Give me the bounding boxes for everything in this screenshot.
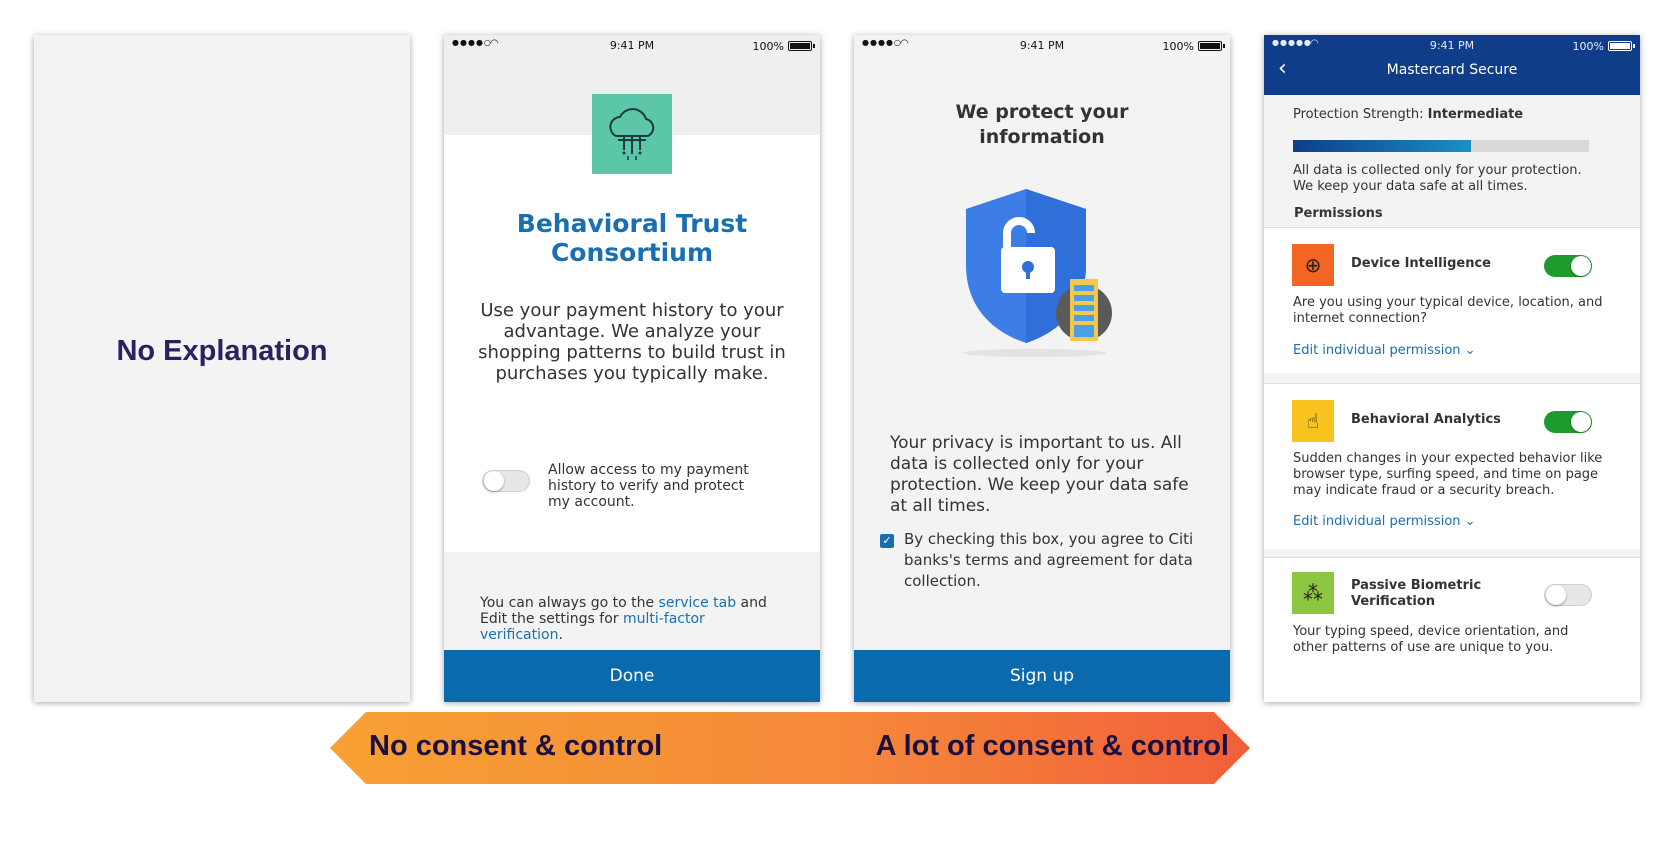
chevron-down-icon: ⌄ <box>1464 514 1476 529</box>
no-explanation-label: No Explanation <box>116 335 328 367</box>
permission-title: Behavioral Analytics <box>1351 412 1501 427</box>
sign-up-button[interactable]: Sign up <box>854 650 1230 702</box>
page-title: Behavioral Trust Consortium <box>516 209 748 267</box>
battery-percent: 100% <box>752 40 784 53</box>
terms-label: By checking this box, you agree to Citi … <box>904 530 1194 590</box>
permission-title: Passive Biometric Verification <box>1351 578 1482 609</box>
permission-card-device: ⊕ Device Intelligence Are you using your… <box>1264 227 1640 373</box>
behavioral-analytics-toggle[interactable] <box>1544 411 1592 433</box>
device-intelligence-toggle[interactable] <box>1544 255 1592 277</box>
screen-privacy: ●●●●○ ◠ 9:41 PM 100% We protect your inf… <box>854 35 1230 702</box>
globe-location-icon: ⊕ <box>1292 244 1334 286</box>
battery-icon <box>1198 41 1222 51</box>
description-text: Use your payment history to your advanta… <box>478 300 786 384</box>
cloud-data-icon <box>592 94 672 174</box>
screen-mastercard-secure: ●●●●● ◠ 9:41 PM 100% ‹ Mastercard Secure… <box>1264 35 1640 702</box>
status-bar: ●●●●○ ◠ 9:41 PM 100% <box>854 35 1230 57</box>
edit-permission-link[interactable]: Edit individual permission ⌄ <box>1293 514 1476 529</box>
status-bar: ●●●●○ ◠ 9:41 PM 100% <box>444 35 820 57</box>
battery-icon <box>788 41 812 51</box>
service-tab-link[interactable]: service tab <box>659 595 737 611</box>
permission-desc: Your typing speed, device orientation, a… <box>1293 624 1569 655</box>
terms-checkbox[interactable]: ✓ <box>880 534 894 548</box>
battery-percent: 100% <box>1572 40 1604 53</box>
permission-card-behavioral: ☝ Behavioral Analytics Sudden changes in… <box>1264 383 1640 549</box>
info-text: All data is collected only for your prot… <box>1293 163 1582 194</box>
battery-icon <box>1608 41 1632 51</box>
screen-no-explanation: No Explanation <box>34 35 410 702</box>
toggle-label: Allow access to my payment history to ve… <box>548 462 749 510</box>
shield-lock-icon <box>954 185 1114 361</box>
battery-percent: 100% <box>1162 40 1194 53</box>
biometric-toggle[interactable] <box>1544 584 1592 606</box>
strength-bar <box>1293 140 1589 152</box>
header-title: Mastercard Secure <box>1386 62 1518 78</box>
permission-desc: Sudden changes in your expected behavior… <box>1293 451 1603 498</box>
screen-behavioral-trust: ●●●●○ ◠ 9:41 PM 100% Behavioral Trust Co… <box>444 35 820 702</box>
strength-label: Protection Strength: Intermediate <box>1293 107 1524 122</box>
chevron-down-icon: ⌄ <box>1464 343 1476 358</box>
strength-value: Intermediate <box>1427 107 1524 122</box>
payment-history-toggle[interactable] <box>482 470 530 492</box>
biometric-pattern-icon: ⁂ <box>1292 572 1334 614</box>
footnote: You can always go to the service tab and… <box>480 595 767 643</box>
done-button[interactable]: Done <box>444 650 820 702</box>
permission-desc: Are you using your typical device, locat… <box>1293 295 1603 326</box>
app-header: ●●●●● ◠ 9:41 PM 100% ‹ Mastercard Secure <box>1264 35 1640 95</box>
privacy-text: Your privacy is important to us. All dat… <box>890 433 1189 516</box>
arrow-left-label: No consent & control <box>369 730 663 762</box>
permission-title: Device Intelligence <box>1351 256 1491 271</box>
touch-phone-icon: ☝ <box>1292 400 1334 442</box>
arrow-right-label: A lot of consent & control <box>875 730 1229 762</box>
edit-permission-link[interactable]: Edit individual permission ⌄ <box>1293 343 1476 358</box>
status-bar: ●●●●● ◠ 9:41 PM 100% <box>1264 35 1640 57</box>
permission-card-biometric: ⁂ Passive Biometric Verification Your ty… <box>1264 557 1640 702</box>
permissions-heading: Permissions <box>1294 206 1383 221</box>
page-title: We protect your information <box>955 101 1129 148</box>
